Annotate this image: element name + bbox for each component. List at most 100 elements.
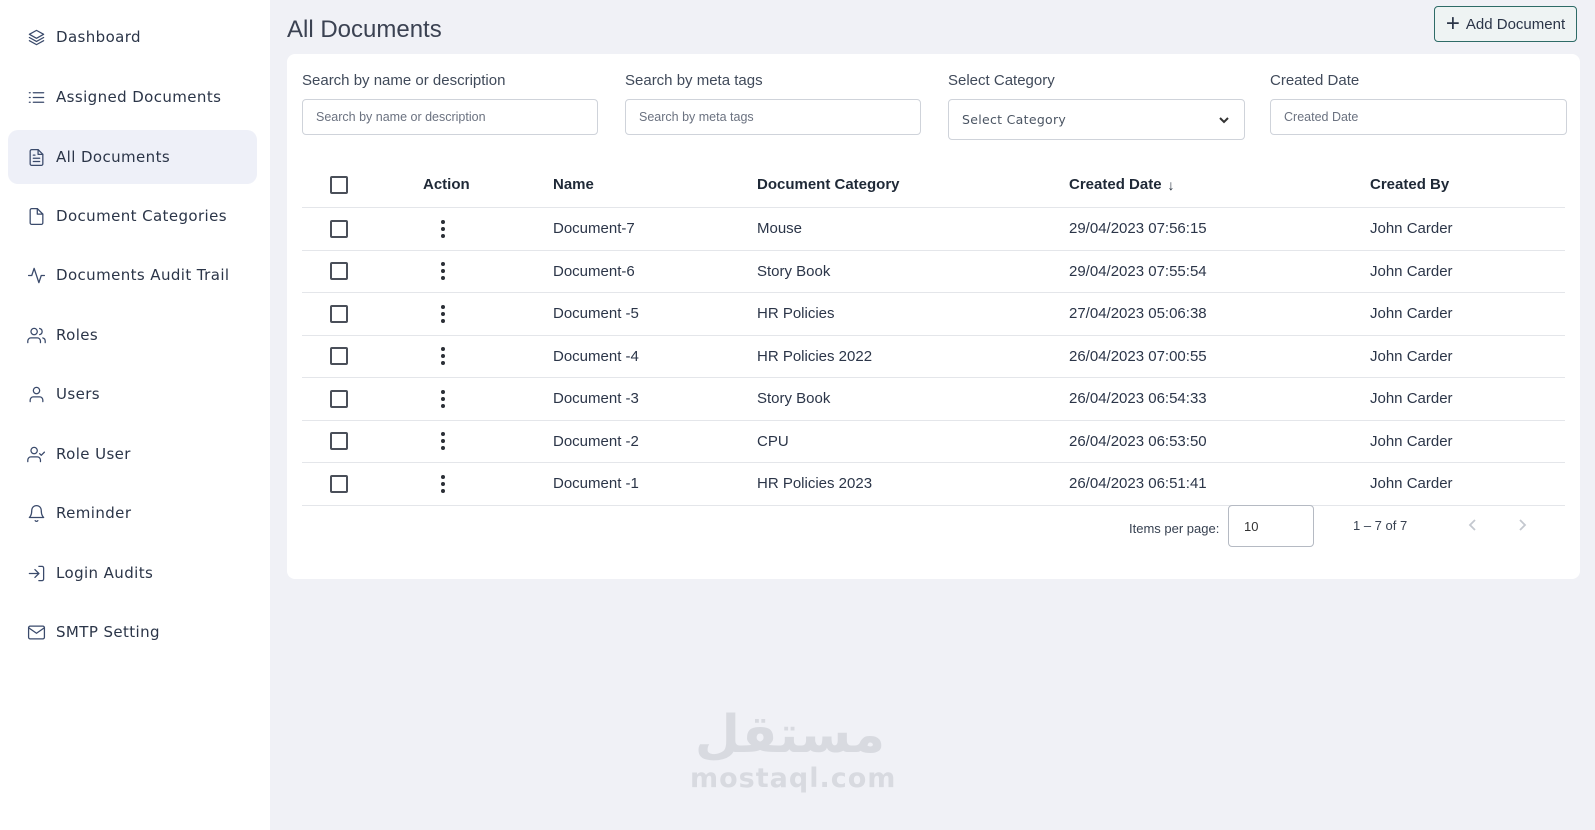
sidebar-item-document-categories[interactable]: Document Categories [8, 189, 257, 243]
created-date-input[interactable] [1270, 99, 1567, 135]
select-category-label: Select Category [948, 72, 1055, 89]
category-select[interactable]: Select Category [948, 99, 1245, 140]
sidebar-item-label: All Documents [56, 148, 171, 166]
column-header-created-by[interactable]: Created By [1370, 162, 1449, 207]
sidebar-item-label: SMTP Setting [56, 623, 160, 641]
row-checkbox[interactable] [330, 389, 348, 408]
sidebar-item-assigned-documents[interactable]: Assigned Documents [8, 70, 257, 124]
row-select-cell [330, 463, 348, 505]
column-header-created-date[interactable]: Created Date ↓ [1069, 162, 1175, 207]
select-all-cell [330, 162, 348, 207]
row-category: HR Policies [757, 305, 835, 323]
more-vertical-icon[interactable] [436, 219, 450, 239]
search-name-input[interactable] [302, 99, 598, 135]
row-checkbox[interactable] [330, 262, 348, 281]
row-created-by: John Carder [1370, 220, 1453, 238]
row-checkbox[interactable] [330, 474, 348, 493]
table-row: Document -2 CPU 26/04/2023 06:53:50 John Ca… [302, 421, 1565, 463]
row-select-cell [330, 336, 348, 378]
row-action-cell [436, 336, 450, 378]
sidebar-item-login-audits[interactable]: Login Audits [8, 546, 257, 600]
row-created-date: 26/04/2023 06:54:33 [1069, 390, 1207, 408]
user-icon [26, 384, 46, 404]
documents-table: Action Name Document Category Created Da… [302, 162, 1565, 506]
more-vertical-icon[interactable] [436, 474, 450, 494]
row-name[interactable]: Document -1 [553, 463, 639, 505]
sidebar-item-dashboard[interactable]: Dashboard [8, 10, 257, 64]
sidebar-item-label: Roles [56, 326, 99, 344]
row-name[interactable]: Document -4 [553, 336, 639, 378]
sidebar-item-label: Reminder [56, 504, 132, 522]
created-date-header-label: Created Date [1069, 176, 1162, 193]
row-name[interactable]: Document-7 [553, 208, 635, 250]
sidebar-item-smtp-setting[interactable]: SMTP Setting [8, 605, 257, 659]
items-per-page-label: Items per page: [1129, 521, 1220, 536]
previous-page-button[interactable] [1461, 513, 1485, 537]
row-category: CPU [757, 432, 789, 450]
row-action-cell [436, 378, 450, 420]
row-action-cell [436, 421, 450, 463]
page-range-label: 1 – 7 of 7 [1353, 518, 1408, 533]
watermark-logo: مستقل mostaql.com [690, 705, 895, 793]
add-document-label: Add Document [1465, 15, 1566, 33]
column-header-action: Action [423, 176, 470, 193]
table-row: Document -4 HR Policies 2022 26/04/2023 07… [302, 336, 1565, 378]
row-category: Story Book [757, 390, 831, 408]
table-body: Document-7 Mouse 29/04/2023 07:56:15 John C… [302, 208, 1565, 506]
watermark-arabic-text: مستقل [694, 705, 886, 765]
row-checkbox[interactable] [330, 432, 348, 451]
search-name-label: Search by name or description [302, 72, 506, 89]
documents-card: Search by name or description Search by … [287, 54, 1580, 579]
row-created-by: John Carder [1370, 347, 1453, 365]
search-tags-label: Search by meta tags [625, 72, 763, 89]
items-per-page-select[interactable] [1228, 505, 1314, 547]
sidebar-item-label: Documents Audit Trail [56, 266, 230, 284]
select-all-checkbox[interactable] [330, 175, 348, 194]
list-icon [26, 87, 46, 107]
row-name[interactable]: Document-6 [553, 251, 635, 293]
add-document-button[interactable]: + Add Document [1434, 6, 1577, 42]
more-vertical-icon[interactable] [436, 261, 450, 281]
table-header-row: Action Name Document Category Created Da… [302, 162, 1565, 208]
search-tags-input[interactable] [625, 99, 921, 135]
row-name[interactable]: Document -5 [553, 293, 639, 335]
row-created-date: 26/04/2023 06:51:41 [1069, 475, 1207, 493]
row-checkbox[interactable] [330, 219, 348, 238]
more-vertical-icon[interactable] [436, 304, 450, 324]
sidebar-item-users[interactable]: Users [8, 367, 257, 421]
row-category: Story Book [757, 262, 831, 280]
sidebar-item-label: Document Categories [56, 207, 227, 225]
more-vertical-icon[interactable] [436, 431, 450, 451]
table-row: Document -3 Story Book 26/04/2023 06:54:33… [302, 378, 1565, 421]
sidebar-item-label: Login Audits [56, 564, 154, 582]
layers-icon [26, 27, 46, 47]
more-vertical-icon[interactable] [436, 346, 450, 366]
users-icon [26, 325, 46, 345]
bell-icon [26, 503, 46, 523]
page-title: All Documents [287, 16, 442, 43]
row-checkbox[interactable] [330, 304, 348, 323]
sidebar-item-all-documents[interactable]: All Documents [8, 130, 257, 184]
next-page-button[interactable] [1510, 513, 1534, 537]
row-created-by: John Carder [1370, 475, 1453, 493]
sidebar-item-role-user[interactable]: Role User [8, 427, 257, 481]
chevron-down-icon [1219, 116, 1229, 123]
row-created-by: John Carder [1370, 262, 1453, 280]
table-row: Document-6 Story Book 29/04/2023 07:55:54 J… [302, 251, 1565, 293]
sidebar-item-roles[interactable]: Roles [8, 308, 257, 362]
mail-icon [26, 622, 46, 642]
sidebar-item-reminder[interactable]: Reminder [8, 486, 257, 540]
row-name[interactable]: Document -3 [553, 378, 639, 420]
row-select-cell [330, 251, 348, 293]
row-created-date: 26/04/2023 06:53:50 [1069, 432, 1207, 450]
column-header-name[interactable]: Name [553, 162, 594, 207]
user-check-icon [26, 444, 46, 464]
row-created-by: John Carder [1370, 305, 1453, 323]
column-header-category[interactable]: Document Category [757, 162, 900, 207]
row-name[interactable]: Document -2 [553, 421, 639, 463]
category-select-value: Select Category [962, 112, 1067, 127]
sidebar-item-documents-audit-trail[interactable]: Documents Audit Trail [8, 248, 257, 302]
row-category: HR Policies 2023 [757, 475, 873, 493]
more-vertical-icon[interactable] [436, 389, 450, 409]
row-checkbox[interactable] [330, 347, 348, 366]
